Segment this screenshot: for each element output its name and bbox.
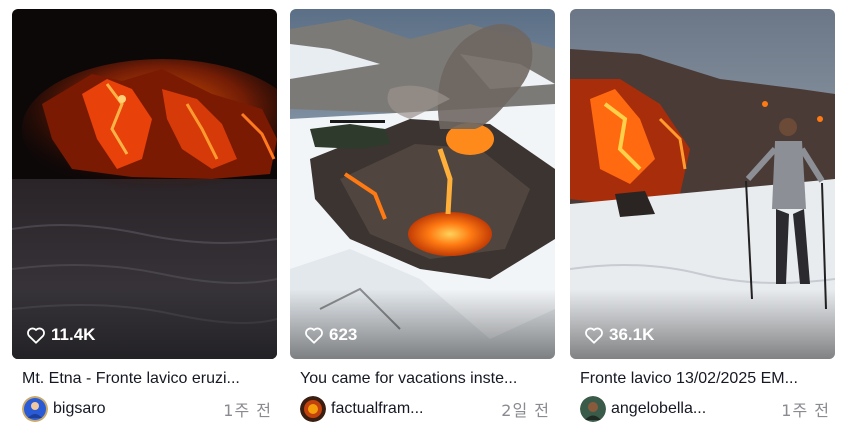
avatar[interactable]	[22, 396, 48, 422]
avatar[interactable]	[580, 396, 606, 422]
video-card-1[interactable]: 11.4K Mt. Etna - Fronte lavico eruzi... …	[12, 9, 277, 429]
like-count-text: 11.4K	[51, 325, 96, 344]
video-title[interactable]: Fronte lavico 13/02/2025 EM...	[580, 370, 835, 388]
thumbnail-gradient	[290, 289, 555, 359]
video-title[interactable]: Mt. Etna - Fronte lavico eruzi...	[22, 370, 277, 388]
author-name[interactable]: bigsaro	[53, 400, 105, 418]
like-count: 11.4K	[26, 325, 95, 345]
author-name[interactable]: angelobella...	[611, 400, 706, 418]
video-thumbnail[interactable]: 11.4K	[12, 9, 277, 359]
video-card-3[interactable]: 36.1K Fronte lavico 13/02/2025 EM... ang…	[570, 9, 835, 429]
video-title[interactable]: You came for vacations inste...	[300, 370, 555, 388]
thumbnail-gradient	[12, 289, 277, 359]
video-thumbnail[interactable]: 623	[290, 9, 555, 359]
video-meta: angelobella... 1주 전	[580, 396, 830, 422]
author-name[interactable]: factualfram...	[331, 400, 423, 418]
post-age: 2일 전	[501, 401, 550, 420]
post-age: 1주 전	[781, 401, 830, 420]
heart-outline-icon	[27, 327, 45, 344]
video-card-2[interactable]: 623 You came for vacations inste... fact…	[290, 9, 555, 429]
heart-outline-icon	[305, 327, 323, 344]
thumbnail-gradient	[570, 289, 835, 359]
like-count: 36.1K	[584, 325, 654, 345]
post-age: 1주 전	[223, 401, 272, 420]
video-meta: bigsaro 1주 전	[22, 396, 272, 422]
video-thumbnail[interactable]: 36.1K	[570, 9, 835, 359]
avatar[interactable]	[300, 396, 326, 422]
heart-outline-icon	[585, 327, 603, 344]
like-count: 623	[304, 325, 357, 345]
video-meta: factualfram... 2일 전	[300, 396, 550, 422]
like-count-text: 623	[329, 325, 358, 344]
like-count-text: 36.1K	[609, 325, 655, 344]
